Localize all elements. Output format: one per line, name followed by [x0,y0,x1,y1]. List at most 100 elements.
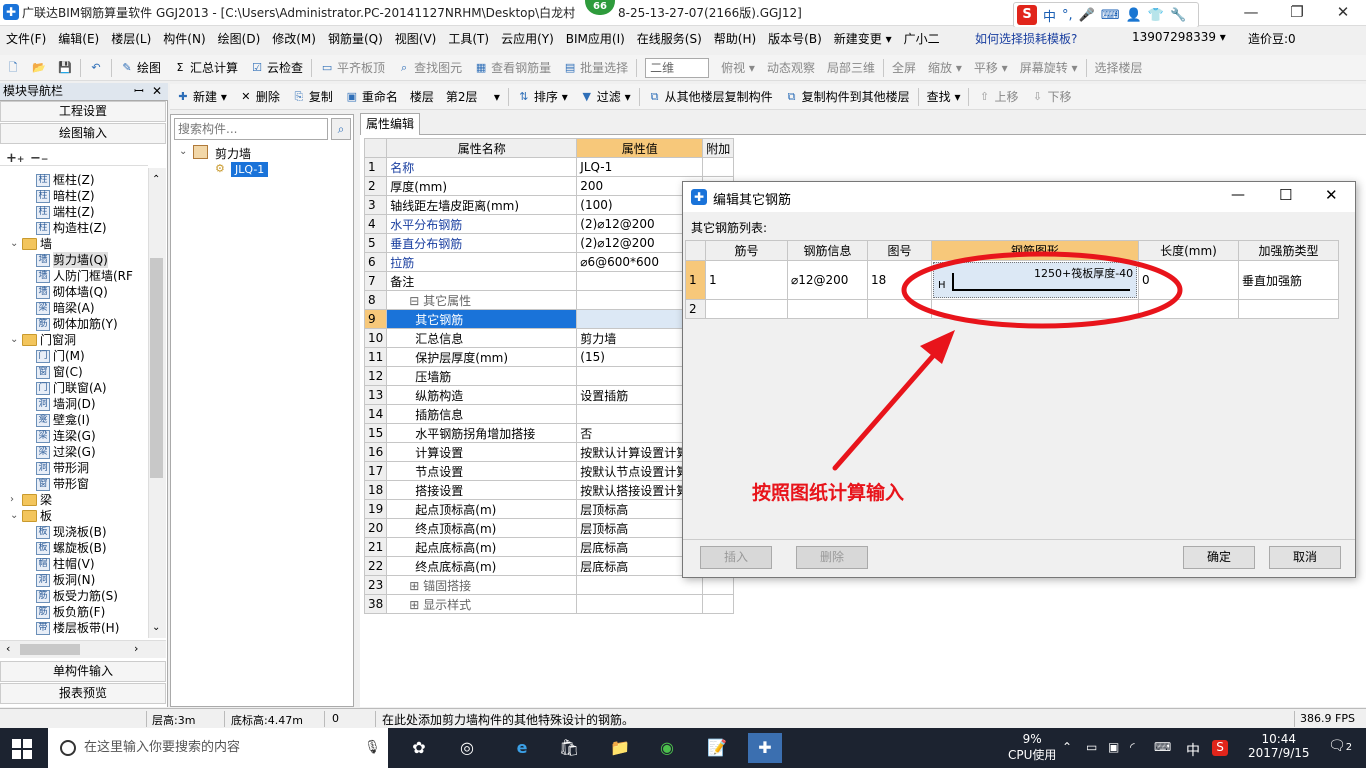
chevron-down-icon[interactable]: ⌄ [10,508,19,524]
tree-item[interactable]: 梁连梁(G) [36,428,96,444]
menu-item-9[interactable]: 云应用(Y) [495,30,560,47]
table-row[interactable]: 12 压墙筋 [363,366,735,386]
sogou-tray-icon[interactable]: S [1212,740,1228,756]
menu-item-4[interactable]: 绘图(D) [212,30,267,47]
glodon-app-icon[interactable]: ✚ [748,733,782,763]
collapse-all-icon[interactable]: −− [30,151,48,166]
tree-item[interactable]: 窗带形窗 [36,476,89,492]
ime-indicator[interactable]: 中 [1186,740,1200,760]
table-row[interactable]: 11 保护层厚度(mm) (15) [363,347,735,367]
open-folder-icon[interactable]: 📂 [26,57,52,79]
menu-item-5[interactable]: 修改(M) [266,30,322,47]
save-icon[interactable]: 💾 [52,57,78,79]
align-slab-top-button[interactable]: ▭ 平齐板顶 [314,57,391,79]
component-item-jlq1[interactable]: JLQ-1 [231,162,269,177]
edge-icon[interactable]: e [505,733,539,763]
tree-collapse-icon[interactable]: ⌄ [179,146,187,157]
table-row[interactable]: 1 名称 JLQ-1 [363,157,735,177]
fan-app-icon[interactable]: ✿ [402,733,436,763]
rename-button[interactable]: ▣ 重命名 [339,86,404,108]
battery-icon[interactable]: ▭ [1086,740,1097,754]
table-row[interactable]: 8 ⊟ 其它属性 [363,290,735,310]
tree-item[interactable]: 龛壁龛(I) [36,412,90,428]
chevron-down-icon[interactable]: ⌄ [10,236,19,252]
notification-center-icon[interactable]: 🗨2 [1328,738,1352,754]
table-row[interactable]: 22 终点底标高(m) 层底标高 [363,556,735,576]
draw-button[interactable]: ✎ 绘图 [114,57,167,79]
mic-icon[interactable]: 🎙 [364,728,381,768]
table-row[interactable]: 3 轴线距左墙皮距离(mm) (100) [363,195,735,215]
tree-item[interactable]: 洞墙洞(D) [36,396,96,412]
dialog-minimize-button[interactable]: — [1231,187,1245,203]
tree-scroll-thumb[interactable] [150,258,163,478]
minimize-button[interactable]: — [1228,0,1274,26]
tree-item[interactable]: 窗窗(C) [36,364,83,380]
chevron-down-icon[interactable]: ⌄ [10,332,19,348]
select-floor-button[interactable]: 选择楼层 [1089,57,1149,79]
report-preview-button[interactable]: 报表预览 [0,683,166,704]
tab-property-edit[interactable]: 属性编辑 [360,113,420,135]
copy-component-button[interactable]: ⎘ 复制 [286,86,339,108]
tree-item[interactable]: 板螺旋板(B) [36,540,107,556]
cancel-button[interactable]: 取消 [1269,546,1341,569]
tree-folder[interactable]: ⌄ 板 [10,508,52,524]
menu-item-10[interactable]: BIM应用(I) [560,30,631,47]
fullscreen-button[interactable]: 全屏 [886,57,922,79]
table-row[interactable]: 23 ⊞ 锚固搭接 [363,575,735,595]
table-row[interactable]: 7 备注 [363,271,735,291]
tree-item[interactable]: 门门联窗(A) [36,380,107,396]
help-link[interactable]: 如何选择损耗模板? [975,30,1077,47]
tree-item[interactable]: 墙人防门框墙(RF [36,268,133,284]
tree-item[interactable]: 板现浇板(B) [36,524,107,540]
tree-item[interactable]: 墙砌体墙(Q) [36,284,108,300]
menu-item-14[interactable]: 新建变更 ▾ [828,30,898,47]
batch-select-button[interactable]: ▤ 批量选择 [557,57,634,79]
ok-button[interactable]: 确定 [1183,546,1255,569]
maximize-button[interactable]: ❐ [1274,0,1320,26]
new-component-button[interactable]: ✚ 新建 ▾ [170,86,233,108]
cloud-check-button[interactable]: ☑ 云检查 [244,57,309,79]
chevron-right-icon[interactable]: › [10,492,19,508]
user-icon[interactable]: 👤 [1126,8,1142,23]
tree-item[interactable]: 洞板洞(N) [36,572,95,588]
tree-folder[interactable]: ⌄ 墙 [10,236,52,252]
table-row[interactable]: 20 终点顶标高(m) 层顶标高 [363,518,735,538]
tree-item[interactable]: 梁暗梁(A) [36,300,95,316]
tree-item[interactable]: 带楼层板带(H) [36,620,119,636]
wrench-icon[interactable]: 🔧 [1170,8,1186,23]
dialog-maximize-button[interactable]: ☐ [1279,186,1292,204]
expand-all-icon[interactable]: ++ [6,151,24,166]
table-row[interactable]: 10 汇总信息 剪力墙 [363,328,735,348]
notes-icon[interactable]: 📝 [700,733,734,763]
draw-input-button[interactable]: 绘图输入 [0,123,166,144]
table-row[interactable]: 19 起点顶标高(m) 层顶标高 [363,499,735,519]
tree-folder[interactable]: › 梁 [10,492,52,508]
view-mode-select[interactable]: 二维 [645,57,710,78]
tray-app-icon[interactable]: ▣ [1108,740,1119,754]
store-icon[interactable]: 🛍 [552,733,586,763]
move-down-button[interactable]: ⇩ 下移 [1024,86,1077,108]
view-rebar-button[interactable]: ▦ 查看钢筋量 [468,57,557,79]
menu-item-12[interactable]: 帮助(H) [708,30,762,47]
table-row[interactable]: 9 其它钢筋 [363,309,735,329]
table-row[interactable]: 16 计算设置 按默认计算设置计算 [363,442,735,462]
move-up-button[interactable]: ⇧ 上移 [971,86,1024,108]
table-row[interactable]: 21 起点底标高(m) 层底标高 [363,537,735,557]
project-settings-button[interactable]: 工程设置 [0,101,166,122]
ime-toolbar[interactable]: S 中 °, 🎤 ⌨ 👤 👕 🔧 [1013,2,1199,28]
pan-button[interactable]: 平移 ▾ [968,57,1014,79]
tree-item[interactable]: 墙剪力墙(Q) [36,252,108,268]
table-row[interactable]: 13 纵筋构造 设置插筋 [363,385,735,405]
tree-item[interactable]: 柱框柱(Z) [36,172,95,188]
zoom-button[interactable]: 缩放 ▾ [922,57,968,79]
menu-item-2[interactable]: 楼层(L) [105,30,157,47]
mic-icon[interactable]: 🎤 [1079,8,1095,23]
sort-button[interactable]: ⇅ 排序 ▾ [511,86,574,108]
browser-icon[interactable]: ◉ [650,733,684,763]
floor-select[interactable]: 第2层 ▾ [440,86,506,108]
ime-punct[interactable]: °, [1062,8,1073,23]
tree-item[interactable]: 柱端柱(Z) [36,204,95,220]
menu-item-0[interactable]: 文件(F) [0,30,52,47]
tree-folder[interactable]: ⌄ 门窗洞 [10,332,76,348]
rotate-screen-button[interactable]: 屏幕旋转 ▾ [1014,57,1084,79]
